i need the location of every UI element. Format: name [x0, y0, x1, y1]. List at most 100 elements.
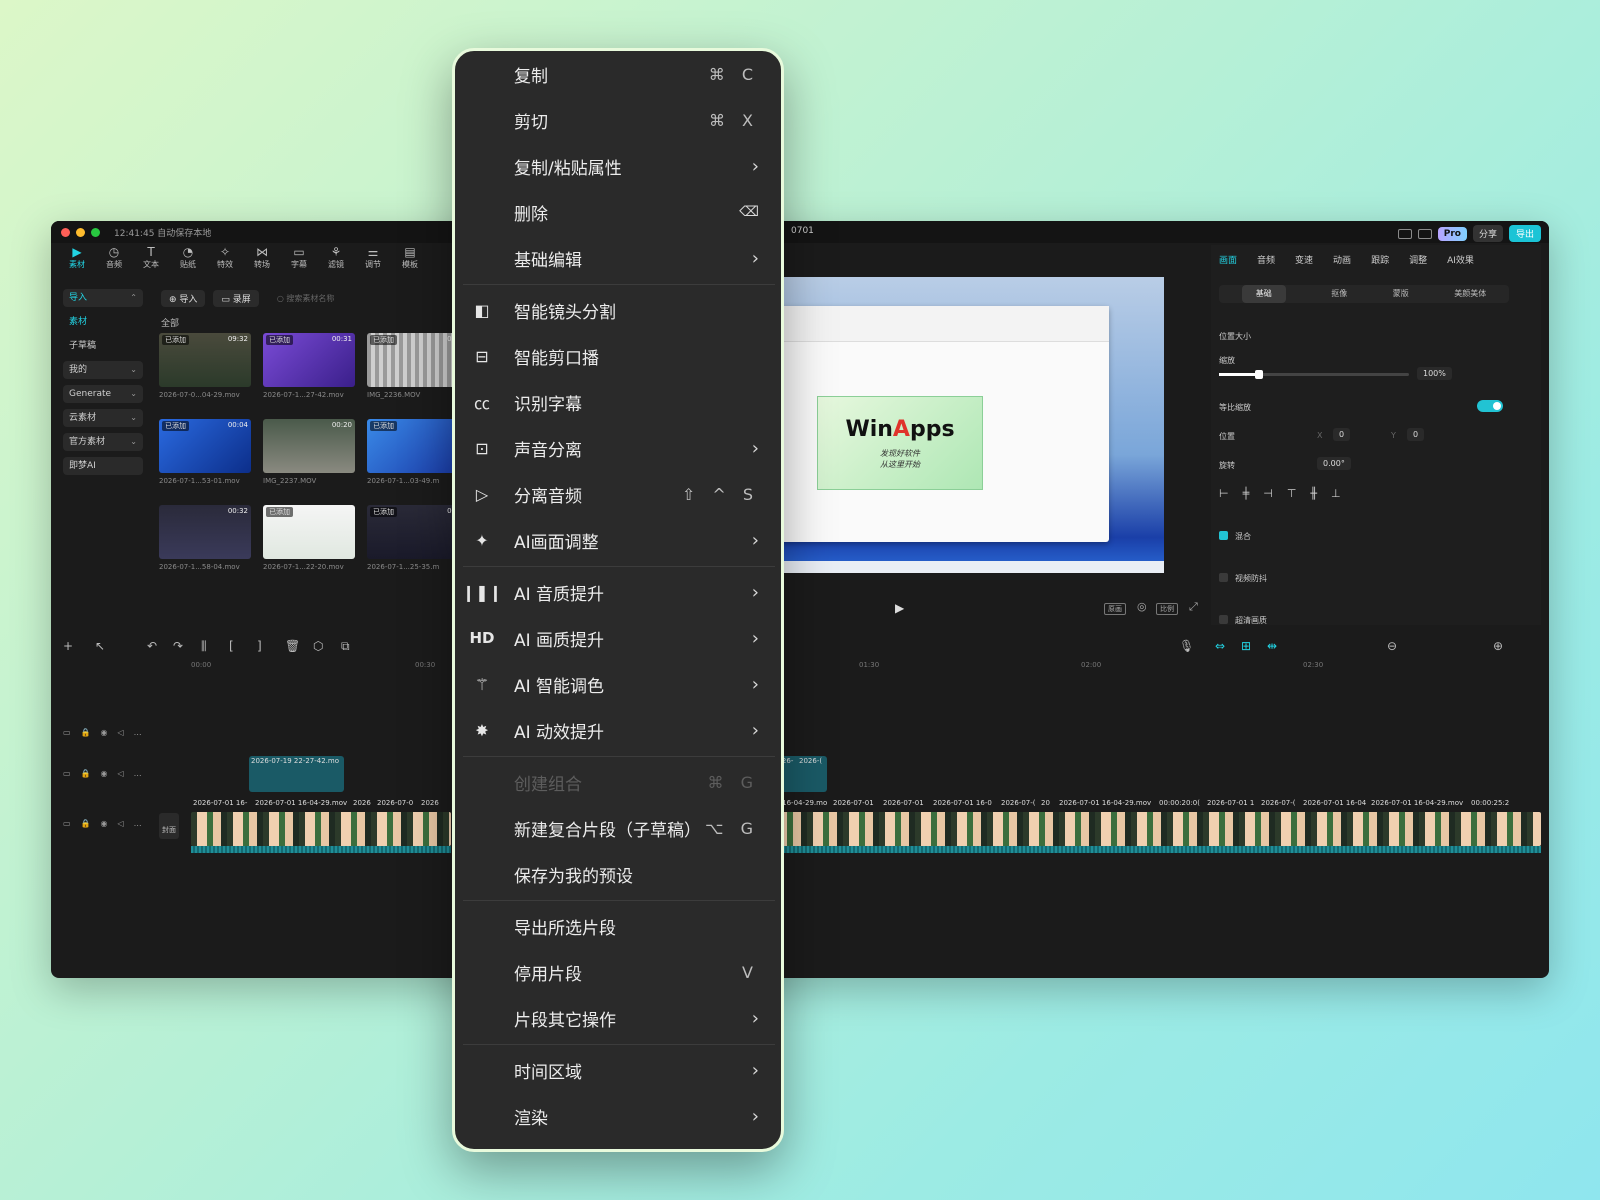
media-thumb[interactable]: 已添加 09:32 2026-07-0...04-29.mov — [159, 333, 251, 399]
delete-icon[interactable]: 🗑 — [285, 639, 300, 653]
media-thumb[interactable]: 已添加00 IMG_2236.MOV — [367, 333, 459, 399]
tool-caption[interactable]: ▭ 字幕 — [287, 245, 311, 279]
layout-icon[interactable] — [1397, 228, 1412, 239]
microphone-icon[interactable]: 🎙 — [1179, 639, 1194, 653]
subtab-mask[interactable]: 蒙版 — [1393, 285, 1409, 303]
rotate-input[interactable]: 0.00° — [1317, 457, 1351, 470]
media-thumb[interactable]: 已添加 00:04 2026-07-1...53-01.mov — [159, 419, 251, 485]
overlay-clip[interactable]: 2026-07-19 22-27-42.mo — [249, 756, 344, 792]
share-button[interactable]: 分享 — [1472, 225, 1503, 242]
lock-icon[interactable]: 🔒 — [81, 769, 91, 778]
tool-transition[interactable]: ⋈ 转场 — [250, 245, 274, 279]
media-thumb[interactable]: 已添加00 2026-07-1...25-35.m — [367, 505, 459, 571]
tool-effects[interactable]: ✧ 特效 — [213, 245, 237, 279]
slider-knob[interactable] — [1255, 370, 1263, 379]
maximize-window-button[interactable] — [91, 228, 100, 237]
nav-generate[interactable]: Generate ⌄ — [63, 385, 143, 403]
snap-icon[interactable]: ⊞ — [1241, 639, 1251, 653]
player-preview[interactable]: WinApps 发现好软件 从这里开始 — [769, 277, 1164, 573]
tool-template[interactable]: ▤ 模板 — [398, 245, 422, 279]
pro-badge[interactable]: Pro — [1437, 226, 1467, 241]
menu-render[interactable]: 渲染 › — [455, 1096, 781, 1136]
tab-canvas[interactable]: 画面 — [1219, 253, 1237, 266]
zoom-in-icon[interactable]: ⊕ — [1493, 639, 1503, 653]
all-filter-label[interactable]: 全部 — [161, 316, 179, 329]
menu-ai-color-grade[interactable]: ⚚ AI 智能调色 › — [455, 664, 781, 704]
menu-copy[interactable]: 复制 ⌘ C — [455, 54, 781, 94]
media-search-input[interactable]: ○ 搜索素材名称 — [267, 293, 335, 304]
menu-basic-edit[interactable]: 基础编辑 › — [455, 238, 781, 278]
tab-tracking[interactable]: 跟踪 — [1371, 253, 1389, 266]
media-thumb[interactable]: 已添加 2026-07-1...03-49.m — [367, 419, 459, 485]
uniform-scale-toggle[interactable] — [1477, 400, 1503, 412]
import-media-button[interactable]: ⊕ 导入 — [161, 289, 206, 307]
tab-ai-effects[interactable]: AI效果 — [1447, 253, 1474, 266]
lock-icon[interactable]: 🔒 — [81, 819, 91, 828]
main-video-track[interactable] — [191, 812, 451, 846]
tool-audio[interactable]: ◷ 音频 — [102, 245, 126, 279]
menu-smart-talk-cut[interactable]: ⊟ 智能剪口播 — [455, 336, 781, 376]
menu-other-clip-actions[interactable]: 片段其它操作 › — [455, 998, 781, 1038]
menu-ai-audio-enhance[interactable]: ❙❚❙ AI 音质提升 › — [455, 572, 781, 612]
more-icon[interactable]: … — [134, 819, 142, 828]
scale-slider[interactable] — [1219, 370, 1409, 379]
align-center-h-icon[interactable]: ╪ — [1243, 487, 1250, 500]
mute-icon[interactable]: ◁ — [118, 769, 124, 778]
close-window-button[interactable] — [61, 228, 70, 237]
menu-copy-paste-attributes[interactable]: 复制/粘贴属性 › — [455, 146, 781, 186]
media-thumb[interactable]: 00:20 IMG_2237.MOV — [263, 419, 355, 485]
main-video-track[interactable] — [771, 812, 1541, 846]
nav-official[interactable]: 官方素材 ⌄ — [63, 433, 143, 451]
link-icon[interactable]: ⇔ — [1215, 639, 1225, 653]
tool-text[interactable]: T 文本 — [139, 245, 163, 279]
screen-record-button[interactable]: ▭ 录屏 — [213, 289, 259, 307]
mask-icon[interactable]: ⬡ — [313, 639, 323, 653]
split-icon[interactable]: ⫼ — [201, 639, 207, 654]
redo-icon[interactable]: ↷ — [173, 639, 183, 653]
menu-export-selected[interactable]: 导出所选片段 — [455, 906, 781, 946]
fullscreen-icon[interactable]: ⤢ — [1186, 600, 1201, 614]
add-icon[interactable]: + — [63, 639, 73, 653]
export-button[interactable]: 导出 — [1508, 225, 1541, 242]
menu-ai-frame-adjust[interactable]: ✦ AI画面调整 › — [455, 520, 781, 560]
nav-mine[interactable]: 我的 ⌄ — [63, 361, 143, 379]
position-y-input[interactable]: 0 — [1407, 428, 1425, 441]
subtab-cutout[interactable]: 抠像 — [1331, 285, 1347, 303]
menu-save-preset[interactable]: 保存为我的预设 — [455, 854, 781, 894]
position-x-input[interactable]: 0 — [1333, 428, 1351, 441]
media-thumb[interactable]: 已添加 00:31 2026-07-1...27-42.mov — [263, 333, 355, 399]
nav-media[interactable]: 素材 — [63, 313, 143, 331]
eye-icon[interactable]: ◉ — [101, 819, 108, 828]
original-quality-button[interactable]: 原画 — [1104, 603, 1126, 615]
shortcut-icon[interactable] — [1417, 228, 1432, 239]
align-left-icon[interactable]: ⊢ — [1219, 487, 1229, 500]
more-icon[interactable]: … — [134, 728, 142, 737]
tool-media[interactable]: ▶ 素材 — [65, 245, 89, 279]
menu-voice-separation[interactable]: ⊡ 声音分离 › — [455, 428, 781, 468]
menu-cut[interactable]: 剪切 ⌘ X — [455, 100, 781, 140]
subtab-basic[interactable]: 基础 — [1241, 285, 1286, 303]
align-bottom-icon[interactable]: ⊥ — [1331, 487, 1341, 500]
menu-ai-video-enhance[interactable]: HD AI 画质提升 › — [455, 618, 781, 658]
undo-icon[interactable]: ↶ — [147, 639, 157, 653]
tool-adjust[interactable]: ⚌ 调节 — [361, 245, 385, 279]
menu-ai-motion-enhance[interactable]: ✸ AI 动效提升 › — [455, 710, 781, 750]
align-center-v-icon[interactable]: ╫ — [1310, 487, 1317, 500]
nav-cloud[interactable]: 云素材 ⌄ — [63, 409, 143, 427]
scale-value[interactable]: 100% — [1417, 367, 1452, 380]
track-toggle-icon[interactable]: ▭ — [63, 819, 71, 828]
preview-axis-icon[interactable]: ⇹ — [1267, 639, 1277, 653]
menu-time-range[interactable]: 时间区域 › — [455, 1050, 781, 1090]
crop-icon[interactable]: ⧉ — [341, 639, 350, 654]
trim-right-icon[interactable]: ] — [257, 639, 262, 653]
stabilize-checkbox[interactable] — [1219, 573, 1228, 582]
align-right-icon[interactable]: ⊣ — [1263, 487, 1273, 500]
hd-checkbox[interactable] — [1219, 615, 1228, 624]
tool-filter[interactable]: ⚘ 滤镜 — [324, 245, 348, 279]
blend-checkbox[interactable] — [1219, 531, 1228, 540]
eye-icon[interactable]: ◉ — [101, 769, 108, 778]
track-toggle-icon[interactable]: ▭ — [63, 728, 71, 737]
menu-disable-clip[interactable]: 停用片段 V — [455, 952, 781, 992]
media-thumb[interactable]: 已添加 2026-07-1...22-20.mov — [263, 505, 355, 571]
fit-view-icon[interactable]: ◎ — [1134, 600, 1150, 613]
